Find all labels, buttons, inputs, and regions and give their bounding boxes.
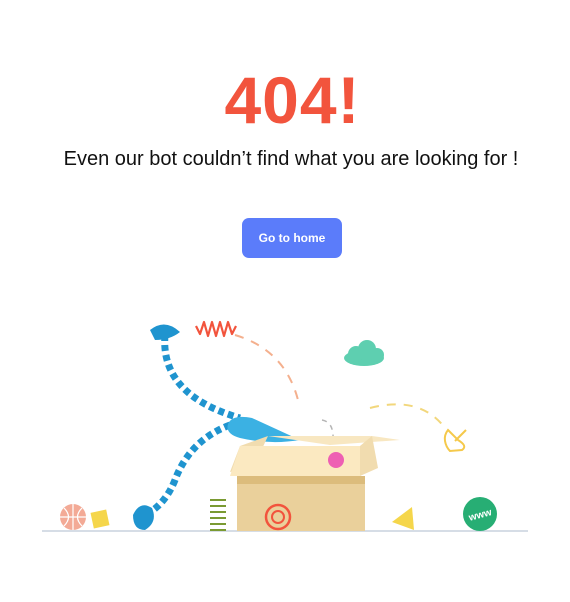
box-icon [230, 436, 400, 531]
globe-icon: www [463, 497, 497, 531]
cloud-icon [344, 340, 384, 366]
not-found-page: 404! Even our bot couldn’t find what you… [0, 0, 570, 602]
error-message: Even our bot couldn’t find what you are … [63, 148, 519, 170]
triangle-icon [392, 507, 414, 530]
go-to-home-button[interactable]: Go to home [242, 218, 342, 258]
trajectory-dash-1 [234, 334, 299, 401]
spring-icon [210, 499, 226, 531]
ball-icon [328, 452, 344, 468]
cube-icon [90, 509, 110, 529]
pointing-hand-icon [443, 428, 467, 453]
404-illustration: www [42, 320, 528, 532]
trajectory-dash-2 [369, 403, 446, 429]
decor-globe-icon [60, 504, 86, 530]
spring-zigzag-icon [195, 320, 237, 338]
error-code-heading: 404! [224, 63, 361, 137]
